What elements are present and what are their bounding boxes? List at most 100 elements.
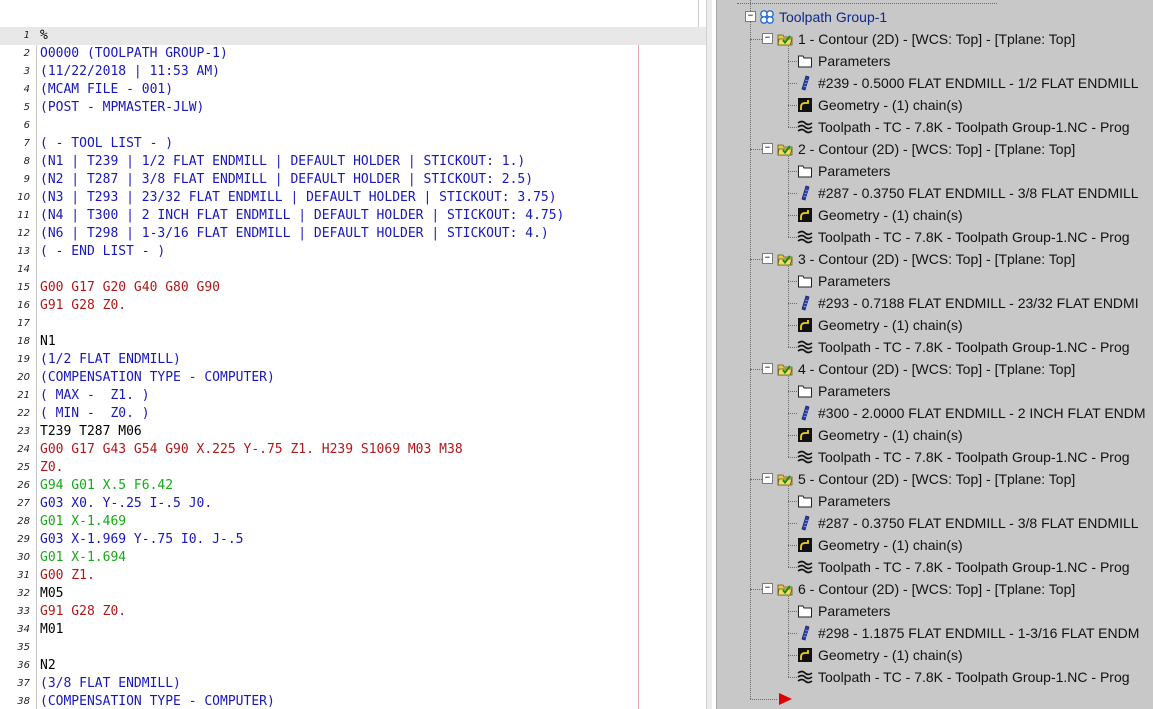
tree-row-toolpath[interactable]: Toolpath - TC - 7.8K - Toolpath Group-1.… [717, 446, 1153, 468]
code-line[interactable]: 18 N1 [0, 333, 706, 351]
code-line[interactable]: 11 (N4 | T300 | 2 INCH FLAT ENDMILL | DEF… [0, 207, 706, 225]
code-line[interactable]: 27 G03 X0. Y-.25 I-.5 J0. [0, 495, 706, 513]
code-text: G03 X-1.969 Y-.75 I0. J-.5 [40, 532, 244, 547]
code-line[interactable]: 23 T239 T287 M06 [0, 423, 706, 441]
tree-row-tool[interactable]: #287 - 0.3750 FLAT ENDMILL - 3/8 FLAT EN… [717, 182, 1153, 204]
tree-row-geometry[interactable]: Geometry - (1) chain(s) [717, 644, 1153, 666]
tree-row-operation[interactable]: − 1 - Contour (2D) - [WCS: Top] - [Tplane… [717, 28, 1153, 50]
tree-row-toolpath[interactable]: Toolpath - TC - 7.8K - Toolpath Group-1.… [717, 666, 1153, 688]
tree-row-geometry[interactable]: Geometry - (1) chain(s) [717, 534, 1153, 556]
code-line[interactable]: 21 ( MAX - Z1. ) [0, 387, 706, 405]
code-line[interactable]: 15 G00 G17 G20 G40 G80 G90 [0, 279, 706, 297]
code-line[interactable]: 35 [0, 639, 706, 657]
tree-row-operation[interactable]: − 3 - Contour (2D) - [WCS: Top] - [Tplane… [717, 248, 1153, 270]
code-line[interactable]: 32 M05 [0, 585, 706, 603]
code-line[interactable]: 24 G00 G17 G43 G54 G90 X.225 Y-.75 Z1. H2… [0, 441, 706, 459]
code-line[interactable]: 37 (3/8 FLAT ENDMILL) [0, 675, 706, 693]
tree-row-tool[interactable]: #293 - 0.7188 FLAT ENDMILL - 23/32 FLAT … [717, 292, 1153, 314]
code-text: Z0. [40, 460, 64, 475]
collapse-toggle[interactable]: − [762, 253, 773, 264]
code-line[interactable]: 2 O0000 (TOOLPATH GROUP-1) [0, 45, 706, 63]
tree-row-toolpath-group[interactable]: − Toolpath Group-1 [717, 6, 1153, 28]
tree-row-parameters[interactable]: Parameters [717, 600, 1153, 622]
code-line[interactable]: 30 G01 X-1.694 [0, 549, 706, 567]
parameters-icon [797, 163, 813, 179]
code-text: N1 [40, 334, 56, 349]
code-line[interactable]: 3 (11/22/2018 | 11:53 AM) [0, 63, 706, 81]
tree-row-operation[interactable]: − 4 - Contour (2D) - [WCS: Top] - [Tplane… [717, 358, 1153, 380]
tree-row-parameters[interactable]: Parameters [717, 380, 1153, 402]
tree-row-operation[interactable]: − 5 - Contour (2D) - [WCS: Top] - [Tplane… [717, 468, 1153, 490]
collapse-toggle[interactable]: − [762, 33, 773, 44]
editor-splitter[interactable] [706, 0, 712, 709]
code-text: G91 G28 Z0. [40, 298, 127, 313]
code-line[interactable]: 19 (1/2 FLAT ENDMILL) [0, 351, 706, 369]
code-line[interactable]: 7 ( - TOOL LIST - ) [0, 135, 706, 153]
code-text: (N1 | T239 | 1/2 FLAT ENDMILL | DEFAULT … [40, 154, 526, 169]
code-text: (COMPENSATION TYPE - COMPUTER) [40, 694, 275, 709]
line-number: 13 [17, 246, 30, 257]
tree-guide-line [788, 391, 797, 392]
nc-code-editor[interactable]: 1% 2 O0000 (TOOLPATH GROUP-1) 3 (11/22/2018 … [0, 0, 712, 709]
code-line[interactable]: 8 (N1 | T239 | 1/2 FLAT ENDMILL | DEFAULT… [0, 153, 706, 171]
collapse-toggle[interactable]: − [762, 363, 773, 374]
group-icon [759, 9, 775, 25]
code-line[interactable]: 31 G00 Z1. [0, 567, 706, 585]
code-line[interactable]: 12 (N6 | T298 | 1-3/16 FLAT ENDMILL | DEF… [0, 225, 706, 243]
tree-row-toolpath[interactable]: Toolpath - TC - 7.8K - Toolpath Group-1.… [717, 116, 1153, 138]
code-line[interactable]: 29 G03 X-1.969 Y-.75 I0. J-.5 [0, 531, 706, 549]
collapse-toggle[interactable]: − [745, 11, 756, 22]
toolpath-manager-tree[interactable]: − Toolpath Group-1−1 - Contour (2D) - [WC… [716, 0, 1153, 709]
code-line[interactable]: 4 (MCAM FILE - 001) [0, 81, 706, 99]
line-number: 32 [17, 588, 30, 599]
code-line[interactable]: 5 (POST - MPMASTER-JLW) [0, 99, 706, 117]
tree-guide-line [788, 501, 797, 502]
collapse-toggle[interactable]: − [762, 143, 773, 154]
tree-guide-line [788, 611, 797, 612]
tree-row-parameters[interactable]: Parameters [717, 160, 1153, 182]
code-text: (N2 | T287 | 3/8 FLAT ENDMILL | DEFAULT … [40, 172, 534, 187]
tree-row-toolpath[interactable]: Toolpath - TC - 7.8K - Toolpath Group-1.… [717, 226, 1153, 248]
line-number: 38 [17, 696, 30, 707]
insert-arrow-icon[interactable] [777, 691, 793, 707]
code-line[interactable]: 36 N2 [0, 657, 706, 675]
parameters-label: Parameters [818, 273, 891, 289]
code-line[interactable]: 9 (N2 | T287 | 3/8 FLAT ENDMILL | DEFAULT… [0, 171, 706, 189]
code-line[interactable]: 6 [0, 117, 706, 135]
tree-row-tool[interactable]: #300 - 2.0000 FLAT ENDMILL - 2 INCH FLAT… [717, 402, 1153, 424]
code-line[interactable]: 25 Z0. [0, 459, 706, 477]
line-number: 9 [23, 174, 30, 185]
tree-row-geometry[interactable]: Geometry - (1) chain(s) [717, 204, 1153, 226]
tree-row-parameters[interactable]: Parameters [717, 270, 1153, 292]
code-line[interactable]: 38 (COMPENSATION TYPE - COMPUTER) [0, 693, 706, 709]
code-line[interactable]: 28 G01 X-1.469 [0, 513, 706, 531]
tree-row-geometry[interactable]: Geometry - (1) chain(s) [717, 424, 1153, 446]
tree-guide-line [788, 83, 797, 84]
tree-row-parameters[interactable]: Parameters [717, 50, 1153, 72]
code-line[interactable]: 1% [0, 27, 706, 45]
code-line[interactable]: 14 [0, 261, 706, 279]
code-line[interactable]: 16 G91 G28 Z0. [0, 297, 706, 315]
code-line[interactable]: 26 G94 G01 X.5 F6.42 [0, 477, 706, 495]
tree-row-toolpath[interactable]: Toolpath - TC - 7.8K - Toolpath Group-1.… [717, 556, 1153, 578]
code-line[interactable]: 34 M01 [0, 621, 706, 639]
tree-row-geometry[interactable]: Geometry - (1) chain(s) [717, 94, 1153, 116]
collapse-toggle[interactable]: − [762, 583, 773, 594]
code-text: ( MIN - Z0. ) [40, 406, 150, 421]
tree-row-tool[interactable]: #287 - 0.3750 FLAT ENDMILL - 3/8 FLAT EN… [717, 512, 1153, 534]
tree-row-tool[interactable]: #239 - 0.5000 FLAT ENDMILL - 1/2 FLAT EN… [717, 72, 1153, 94]
tree-row-operation[interactable]: − 2 - Contour (2D) - [WCS: Top] - [Tplane… [717, 138, 1153, 160]
tree-row-parameters[interactable]: Parameters [717, 490, 1153, 512]
code-line[interactable]: 33 G91 G28 Z0. [0, 603, 706, 621]
code-line[interactable]: 22 ( MIN - Z0. ) [0, 405, 706, 423]
tree-row-geometry[interactable]: Geometry - (1) chain(s) [717, 314, 1153, 336]
code-line[interactable]: 10 (N3 | T293 | 23/32 FLAT ENDMILL | DEFA… [0, 189, 706, 207]
operation-label: 6 - Contour (2D) - [WCS: Top] - [Tplane:… [798, 581, 1076, 597]
code-line[interactable]: 20 (COMPENSATION TYPE - COMPUTER) [0, 369, 706, 387]
tree-row-operation[interactable]: − 6 - Contour (2D) - [WCS: Top] - [Tplane… [717, 578, 1153, 600]
collapse-toggle[interactable]: − [762, 473, 773, 484]
code-line[interactable]: 17 [0, 315, 706, 333]
tree-row-tool[interactable]: #298 - 1.1875 FLAT ENDMILL - 1-3/16 FLAT… [717, 622, 1153, 644]
code-line[interactable]: 13 ( - END LIST - ) [0, 243, 706, 261]
tree-row-toolpath[interactable]: Toolpath - TC - 7.8K - Toolpath Group-1.… [717, 336, 1153, 358]
